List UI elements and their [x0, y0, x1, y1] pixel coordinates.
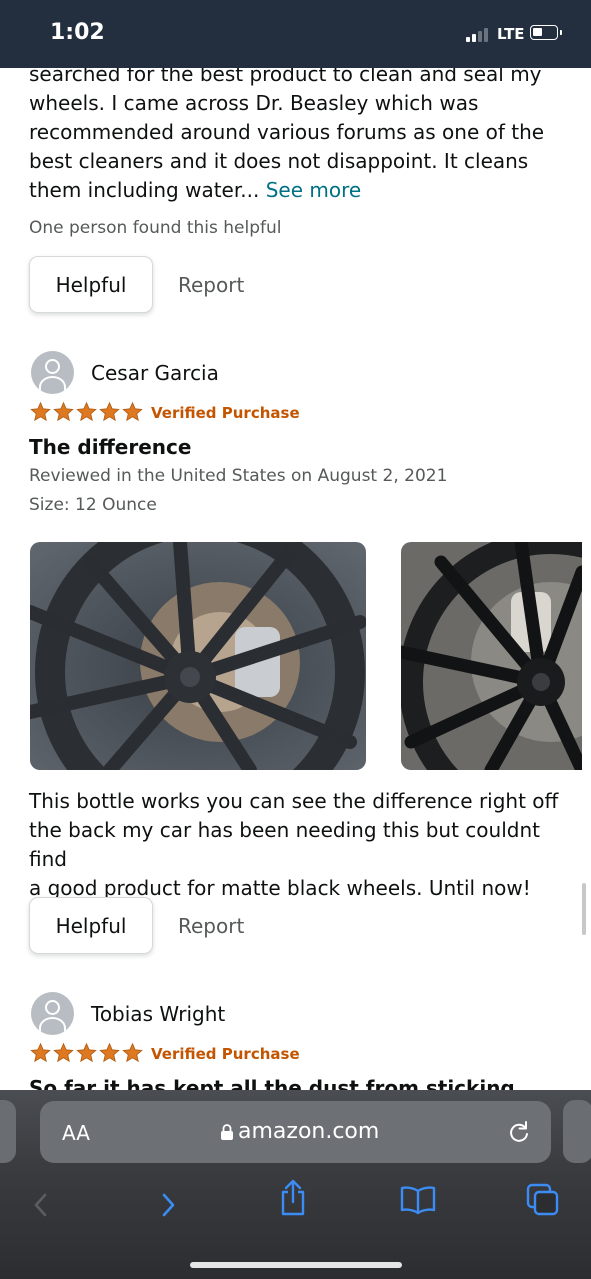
lock-icon [221, 1123, 233, 1140]
star-icon [53, 401, 74, 422]
previous-tab-peek[interactable] [0, 1100, 16, 1163]
network-label: LTE [497, 25, 525, 43]
review-text-line: recommended around various forums as one… [29, 120, 545, 144]
reload-icon[interactable] [507, 1119, 531, 1145]
report-link[interactable]: Report [178, 273, 244, 297]
review-text: searched for the best product to clean a… [29, 60, 574, 205]
status-bar: 1:02 LTE [0, 0, 591, 68]
text-size-label: AA [62, 1121, 90, 1145]
review-text-line-end: them including water... [29, 178, 266, 202]
book-icon[interactable] [399, 1185, 437, 1215]
review-title: The difference [29, 435, 192, 459]
star-icon [76, 1042, 97, 1063]
reviewer-name[interactable]: Tobias Wright [91, 1002, 225, 1026]
review-text-line: best cleaners and it does not disappoint… [29, 149, 529, 173]
avatar [31, 351, 74, 394]
star-icon [99, 1042, 120, 1063]
home-indicator[interactable] [190, 1262, 402, 1268]
reviewer-name[interactable]: Cesar Garcia [91, 361, 219, 385]
next-tab-peek[interactable] [563, 1100, 591, 1163]
avatar [31, 992, 74, 1035]
reviews-content: searched for the best product to clean a… [0, 0, 591, 1090]
tabs-icon[interactable] [525, 1182, 561, 1218]
scrollbar[interactable] [582, 883, 586, 935]
back-chevron-icon[interactable] [31, 1192, 51, 1218]
report-link[interactable]: Report [178, 914, 244, 938]
url-display[interactable]: amazon.com [220, 1119, 379, 1144]
helpful-button[interactable]: Helpful [29, 256, 153, 313]
review-text-line: them including water... See more [29, 176, 574, 205]
review-text-line: wheels. I came across Dr. Beasley which … [29, 91, 479, 115]
review-body: This bottle works you can see the differ… [29, 787, 574, 903]
star-icon [30, 401, 51, 422]
review-size: Size: 12 Ounce [29, 495, 157, 515]
text-size-button[interactable]: AA [62, 1121, 90, 1145]
url-text: amazon.com [238, 1119, 380, 1144]
verified-purchase-badge: Verified Purchase [151, 1045, 300, 1063]
star-rating [29, 401, 144, 423]
star-rating [29, 1042, 144, 1064]
review-date: Reviewed in the United States on August … [29, 466, 448, 486]
star-icon [99, 401, 120, 422]
star-icon [53, 1042, 74, 1063]
forward-chevron-icon[interactable] [158, 1192, 178, 1218]
star-icon [30, 1042, 51, 1063]
share-icon[interactable] [278, 1178, 308, 1218]
review-photo[interactable] [401, 542, 582, 770]
battery-icon [530, 25, 562, 40]
helpful-count: One person found this helpful [29, 218, 282, 238]
review-body-line: This bottle works you can see the differ… [29, 789, 559, 813]
status-time: 1:02 [50, 20, 105, 45]
helpful-button[interactable]: Helpful [29, 897, 153, 954]
star-icon [122, 401, 143, 422]
signal-icon [466, 28, 488, 42]
review-photo[interactable] [30, 542, 366, 770]
star-icon [122, 1042, 143, 1063]
address-bar[interactable]: AA amazon.com [40, 1101, 551, 1163]
review-title: So far it has kept all the dust from sti… [29, 1076, 515, 1090]
see-more-link[interactable]: See more [266, 178, 361, 202]
star-icon [76, 401, 97, 422]
verified-purchase-badge: Verified Purchase [151, 404, 300, 422]
review-body-line: the back my car has been needing this bu… [29, 818, 540, 871]
